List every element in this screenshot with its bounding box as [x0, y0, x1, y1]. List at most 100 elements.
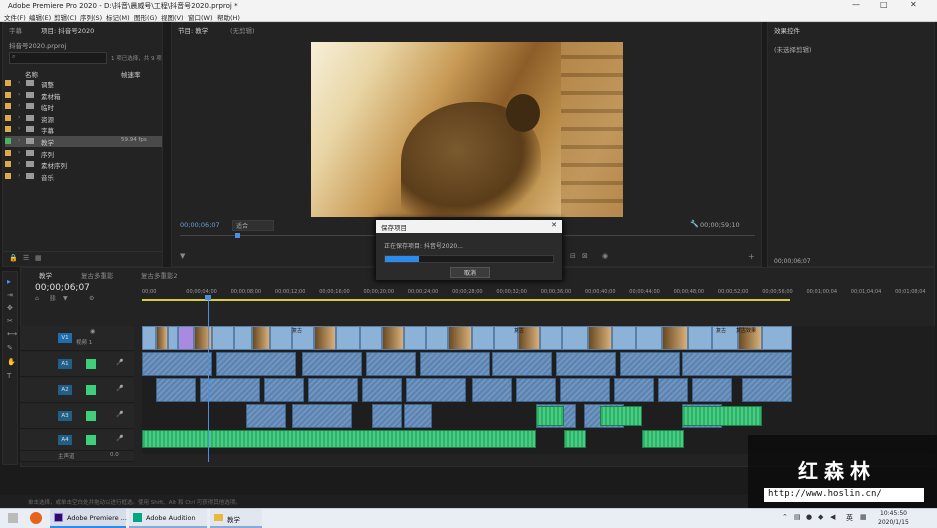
add-marker-icon[interactable]: ▼	[180, 252, 185, 260]
folder-row[interactable]: › 音乐	[5, 171, 162, 182]
label-color-swatch[interactable]	[5, 80, 11, 86]
menu-graphics[interactable]: 图形(G)	[134, 12, 157, 22]
razor-tool-icon[interactable]: ✂	[7, 317, 13, 325]
audio-clip-a2[interactable]	[362, 378, 402, 402]
audio-clip-a3[interactable]	[246, 404, 286, 428]
icon-view-icon[interactable]: ▦	[35, 254, 42, 262]
tray-mic-icon[interactable]: ●	[806, 513, 812, 521]
expand-arrow-icon[interactable]: ›	[18, 172, 20, 179]
folder-row[interactable]: › 资源	[5, 113, 162, 124]
video-clip[interactable]	[314, 326, 336, 350]
folder-row[interactable]: › 教学 59.94 fps	[5, 136, 162, 147]
audio-clip-a1[interactable]	[492, 352, 552, 376]
video-clip[interactable]	[472, 326, 494, 350]
track-target[interactable]: V1	[58, 333, 72, 343]
menu-help[interactable]: 帮助(H)	[217, 12, 240, 22]
music-clip-a4[interactable]	[642, 430, 684, 448]
tab-project[interactable]: 项目: 抖音号2020	[41, 25, 94, 35]
expand-arrow-icon[interactable]: ›	[18, 149, 20, 156]
taskbar-app-audition[interactable]: Adobe Audition	[129, 509, 207, 528]
tab-sequence-retro[interactable]: 复古多重影	[81, 270, 114, 280]
track-header-a1[interactable]: A1 🎤	[20, 352, 134, 377]
menu-sequence[interactable]: 序列(S)	[80, 12, 102, 22]
hand-tool-icon[interactable]: ✋	[7, 358, 16, 366]
voice-over-icon[interactable]: 🎤	[116, 385, 123, 392]
track-header-a2[interactable]: A2 🎤	[20, 378, 134, 403]
snap-icon[interactable]: ⌂	[35, 295, 39, 302]
video-clip[interactable]	[426, 326, 448, 350]
track-solo-toggle[interactable]	[86, 359, 96, 369]
audio-clip-a3[interactable]	[292, 404, 352, 428]
track-header-v1[interactable]: V1 视频 1 ◉	[20, 326, 134, 351]
track-target[interactable]: A4	[58, 435, 72, 445]
folder-row[interactable]: › 素材序列	[5, 159, 162, 170]
tray-network-icon[interactable]: ▤	[794, 513, 801, 521]
expand-arrow-icon[interactable]: ›	[18, 114, 20, 121]
voice-over-icon[interactable]: 🎤	[116, 435, 123, 442]
video-clip[interactable]	[662, 326, 688, 350]
track-header-a4[interactable]: A4 🎤	[20, 430, 134, 451]
folder-row[interactable]: › 字幕	[5, 124, 162, 135]
master-volume[interactable]: 0.0	[110, 452, 119, 458]
track-solo-toggle[interactable]	[86, 411, 96, 421]
lock-icon[interactable]: 🔒	[9, 254, 18, 262]
menu-clip[interactable]: 剪辑(C)	[54, 12, 77, 22]
label-color-swatch[interactable]	[5, 126, 11, 133]
expand-arrow-icon[interactable]: ›	[18, 79, 20, 86]
video-clip[interactable]	[612, 326, 636, 350]
work-area-bar[interactable]	[142, 299, 790, 301]
audio-clip-a2[interactable]	[692, 378, 732, 402]
track-target[interactable]: A2	[58, 385, 72, 395]
project-search-input[interactable]: ⌕	[9, 52, 107, 64]
linked-selection-icon[interactable]: ⛓	[49, 295, 57, 302]
video-clip[interactable]	[212, 326, 234, 350]
audio-clip-a2[interactable]	[560, 378, 610, 402]
label-color-swatch[interactable]	[5, 161, 11, 168]
expand-arrow-icon[interactable]: ›	[18, 91, 20, 98]
expand-arrow-icon[interactable]: ›	[18, 102, 20, 109]
ripple-edit-icon[interactable]: ✥	[7, 304, 13, 312]
cancel-button[interactable]: 取消	[450, 267, 490, 278]
expand-arrow-icon[interactable]: ›	[18, 160, 20, 167]
label-color-swatch[interactable]	[5, 91, 11, 98]
audio-clip-a2[interactable]	[308, 378, 358, 402]
audio-clip-a1[interactable]	[366, 352, 416, 376]
video-clip[interactable]	[688, 326, 712, 350]
video-clip[interactable]	[142, 326, 156, 350]
tray-ime[interactable]: 英	[846, 513, 853, 523]
video-clip[interactable]	[194, 326, 212, 350]
label-color-swatch[interactable]	[5, 114, 11, 121]
menu-view[interactable]: 视图(V)	[161, 12, 184, 22]
fit-dropdown[interactable]: 适合	[232, 220, 274, 231]
folder-row[interactable]: › 序列	[5, 148, 162, 159]
tab-sequence-retro-2[interactable]: 复古多重影2	[141, 270, 178, 280]
audio-clip-a2[interactable]	[742, 378, 792, 402]
label-color-swatch[interactable]	[5, 103, 11, 110]
expand-arrow-icon[interactable]: ›	[18, 125, 20, 132]
tab-sequence-teaching[interactable]: 教学	[39, 270, 52, 280]
video-clip[interactable]	[588, 326, 612, 350]
minimize-icon[interactable]: —	[852, 0, 860, 9]
audio-clip-a1[interactable]	[556, 352, 616, 376]
video-clip[interactable]	[234, 326, 252, 350]
video-clip[interactable]	[404, 326, 426, 350]
track-header-a3[interactable]: A3 🎤	[20, 404, 134, 429]
wrench-icon[interactable]: 🔧	[690, 220, 699, 228]
label-color-swatch[interactable]	[5, 149, 11, 156]
label-color-swatch[interactable]	[5, 138, 11, 144]
audio-clip-a1[interactable]	[620, 352, 680, 376]
folder-row[interactable]: › 调整	[5, 78, 162, 89]
video-clip[interactable]	[270, 326, 292, 350]
expand-arrow-icon[interactable]: ›	[18, 137, 20, 144]
audio-clip-a2[interactable]	[200, 378, 260, 402]
audio-clip-a1[interactable]	[216, 352, 296, 376]
audio-clip-a1[interactable]	[682, 352, 792, 376]
video-clip[interactable]	[382, 326, 404, 350]
track-target[interactable]: A3	[58, 411, 72, 421]
audio-clip-a1[interactable]	[142, 352, 212, 376]
label-color-swatch[interactable]	[5, 172, 11, 179]
audio-clip-a2[interactable]	[406, 378, 466, 402]
audio-clip-a2[interactable]	[156, 378, 196, 402]
start-icon[interactable]	[8, 513, 18, 523]
tray-up-icon[interactable]: ⌃	[782, 513, 788, 521]
